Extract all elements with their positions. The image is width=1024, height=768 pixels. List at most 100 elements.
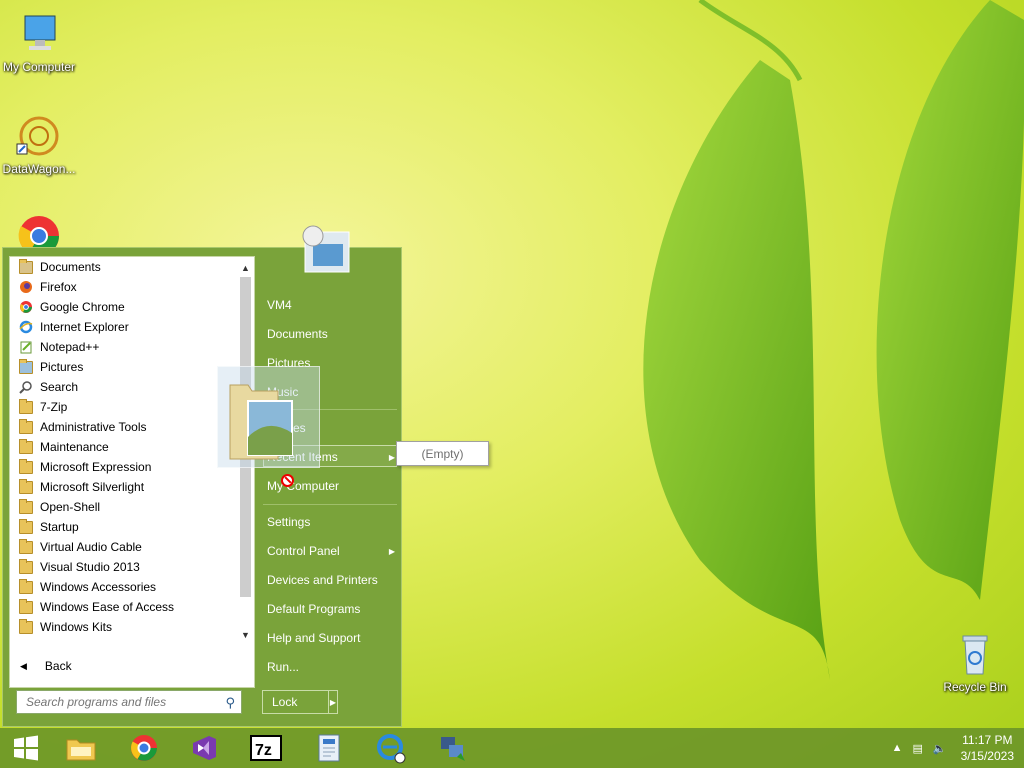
divider	[263, 504, 397, 505]
7zip-icon: 7z	[250, 735, 282, 761]
windows-logo-icon	[14, 735, 38, 761]
scroll-down-icon[interactable]: ▼	[237, 626, 254, 644]
recent-items-submenu: (Empty)	[396, 441, 489, 466]
folder-icon	[19, 598, 33, 614]
start-item-help-support[interactable]: Help and Support	[267, 627, 397, 649]
program-item-windows-ease-of-access[interactable]: Windows Ease of Access	[9, 597, 237, 617]
folder-icon	[19, 458, 33, 474]
program-item-ie[interactable]: Internet Explorer	[9, 317, 237, 337]
no-drop-cursor-icon	[281, 474, 294, 487]
documents-icon	[19, 258, 33, 274]
taskbar-network-app[interactable]	[427, 728, 479, 768]
folder-icon	[19, 578, 33, 594]
visual-studio-icon	[193, 736, 216, 760]
program-item-ms-silverlight[interactable]: Microsoft Silverlight	[9, 477, 237, 497]
program-item-windows-kits[interactable]: Windows Kits	[9, 617, 237, 637]
program-item-maintenance[interactable]: Maintenance	[9, 437, 237, 457]
folder-icon	[19, 518, 33, 534]
start-menu-right-panel: VM4 Documents Pictures Music Games Recen…	[259, 225, 403, 728]
program-item-windows-accessories[interactable]: Windows Accessories	[9, 577, 237, 597]
program-item-documents[interactable]: Documents	[9, 257, 237, 277]
network-icon[interactable]: ▤	[913, 742, 923, 755]
desktop-icon-my-computer[interactable]: My Computer	[0, 10, 78, 74]
desktop-icon-datawagon[interactable]: DataWagon...	[0, 112, 78, 176]
lock-label: Lock	[272, 695, 298, 709]
program-item-notepadpp[interactable]: Notepad++	[9, 337, 237, 357]
show-hidden-icons-icon[interactable]: ▲	[892, 742, 903, 754]
start-item-settings[interactable]: Settings	[267, 511, 397, 533]
taskbar-ie-app[interactable]	[365, 728, 417, 768]
chrome-icon	[131, 735, 157, 761]
folder-icon	[19, 418, 33, 434]
folder-icon	[19, 438, 33, 454]
program-item-7zip[interactable]: 7-Zip	[9, 397, 237, 417]
recycle-bin-icon	[951, 630, 999, 678]
network-transfer-icon	[441, 737, 465, 761]
program-item-pictures[interactable]: Pictures	[9, 357, 237, 377]
program-item-open-shell[interactable]: Open-Shell	[9, 497, 237, 517]
folder-icon	[19, 558, 33, 574]
taskbar-7zip[interactable]: 7z	[240, 728, 292, 768]
drag-ghost-pictures	[217, 366, 320, 468]
search-input[interactable]	[24, 694, 213, 710]
clock-time: 11:17 PM	[962, 733, 1013, 747]
chrome-icon	[19, 300, 33, 314]
start-item-default-programs[interactable]: Default Programs	[267, 598, 397, 620]
user-picture-icon	[299, 222, 355, 278]
program-item-admin-tools[interactable]: Administrative Tools	[9, 417, 237, 437]
clock[interactable]: 11:17 PM 3/15/2023	[961, 732, 1014, 764]
submenu-empty-label: (Empty)	[421, 446, 464, 461]
start-item-control-panel[interactable]: Control Panel ▶	[267, 540, 397, 562]
back-label: Back	[44, 659, 72, 673]
program-item-virtual-audio-cable[interactable]: Virtual Audio Cable	[9, 537, 237, 557]
scroll-up-icon[interactable]: ▲	[237, 259, 254, 277]
program-item-ms-expression[interactable]: Microsoft Expression	[9, 457, 237, 477]
taskbar-file-explorer[interactable]	[55, 728, 107, 768]
taskbar-document-app[interactable]	[303, 728, 355, 768]
back-button[interactable]: ◀ Back	[10, 653, 248, 679]
search-input-box[interactable]: ⚲	[16, 690, 242, 714]
folder-icon	[19, 478, 33, 494]
start-button[interactable]	[0, 728, 52, 768]
lock-button[interactable]: Lock ▶	[262, 690, 338, 714]
program-item-startup[interactable]: Startup	[9, 517, 237, 537]
program-item-firefox[interactable]: Firefox	[9, 277, 237, 297]
folder-icon	[19, 398, 33, 414]
taskbar: 7z ▲ ▤ 🔈 11:17 PM 3/15/2023	[0, 728, 1024, 768]
desktop-icon-label: Recycle Bin	[943, 680, 1007, 694]
datawagon-icon	[15, 112, 63, 160]
search-icon[interactable]: ⚲	[225, 695, 235, 711]
computer-icon	[15, 10, 63, 58]
taskbar-chrome[interactable]	[118, 728, 170, 768]
start-item-vm4[interactable]: VM4	[267, 294, 397, 316]
start-item-documents[interactable]: Documents	[267, 323, 397, 345]
file-explorer-icon	[66, 739, 96, 761]
submenu-arrow-icon: ▶	[388, 546, 395, 556]
desktop-icon-label: My Computer	[2, 60, 76, 74]
firefox-icon	[19, 280, 33, 294]
folder-icon	[19, 618, 33, 634]
program-item-chrome[interactable]: Google Chrome	[9, 297, 237, 317]
svg-text:7z: 7z	[255, 742, 272, 759]
program-item-search[interactable]: Search	[9, 377, 237, 397]
pictures-icon	[19, 358, 33, 374]
folder-icon	[19, 538, 33, 554]
notepadpp-icon	[19, 340, 33, 354]
taskbar-visual-studio[interactable]	[178, 728, 230, 768]
volume-icon[interactable]: 🔈	[933, 742, 947, 755]
desktop-icon-recycle-bin[interactable]: Recycle Bin	[936, 630, 1014, 694]
submenu-arrow-icon: ▶	[388, 452, 395, 462]
desktop-icon-label: DataWagon...	[2, 162, 76, 176]
lock-options-arrow-icon[interactable]: ▶	[328, 691, 337, 713]
start-item-run[interactable]: Run...	[267, 656, 397, 678]
pictures-folder-icon	[229, 384, 293, 460]
folder-icon	[19, 498, 33, 514]
back-arrow-icon: ◀	[20, 660, 27, 671]
ie-icon	[19, 320, 33, 334]
start-item-devices-printers[interactable]: Devices and Printers	[267, 569, 397, 591]
document-icon	[318, 734, 340, 762]
programs-items: Documents Firefox Google Chrome Internet…	[9, 257, 237, 637]
search-icon	[19, 380, 33, 394]
program-item-visual-studio-2013[interactable]: Visual Studio 2013	[9, 557, 237, 577]
clock-date: 3/15/2023	[960, 749, 1014, 763]
